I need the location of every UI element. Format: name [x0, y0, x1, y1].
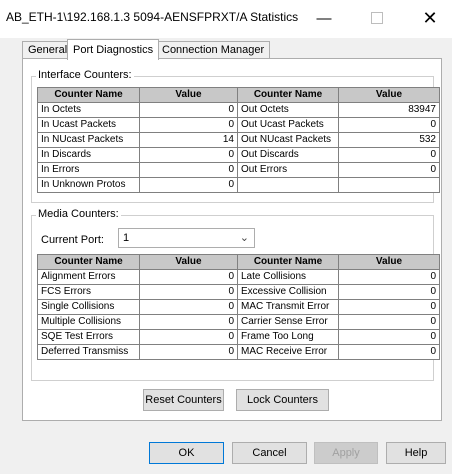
close-button[interactable]: ✕ [416, 6, 444, 30]
counter-name: MAC Transmit Error [237, 299, 339, 315]
counter-value: 0 [338, 299, 440, 315]
counter-value: 0 [139, 344, 238, 360]
counter-name: MAC Receive Error [237, 344, 339, 360]
counter-value: 0 [139, 269, 238, 285]
counter-value [338, 177, 440, 193]
counter-name: In NUcast Packets [37, 132, 140, 148]
column-header: Value [338, 254, 440, 270]
table-row: In Errors 0 Out Errors 0 [37, 162, 440, 178]
table-row: Multiple Collisions 0 Carrier Sense Erro… [37, 314, 440, 330]
current-port-label: Current Port: [41, 234, 104, 246]
counter-value: 0 [338, 314, 440, 330]
ok-button[interactable]: OK [149, 442, 224, 464]
counter-name: FCS Errors [37, 284, 140, 300]
cancel-button[interactable]: Cancel [232, 442, 307, 464]
counter-value: 0 [139, 284, 238, 300]
apply-button[interactable]: Apply [314, 442, 378, 464]
counter-value: 0 [139, 147, 238, 163]
counter-value: 0 [139, 117, 238, 133]
counter-value: 0 [139, 329, 238, 345]
counter-value: 0 [139, 314, 238, 330]
window-title: AB_ETH-1\192.168.1.3 5094-AENSFPRXT/A St… [6, 10, 299, 24]
help-button[interactable]: Help [386, 442, 446, 464]
column-header: Counter Name [37, 87, 140, 103]
counter-name: Out Discards [237, 147, 339, 163]
table-header-row: Counter Name Value Counter Name Value [37, 254, 440, 270]
interface-counters-label: Interface Counters: [36, 69, 134, 81]
table-row: In Unknown Protos 0 [37, 177, 440, 193]
table-row: Alignment Errors 0 Late Collisions 0 [37, 269, 440, 285]
counter-value: 0 [338, 162, 440, 178]
counter-name: Alignment Errors [37, 269, 140, 285]
counter-name: Out Errors [237, 162, 339, 178]
title-bar: AB_ETH-1\192.168.1.3 5094-AENSFPRXT/A St… [0, 0, 452, 38]
counter-name: In Errors [37, 162, 140, 178]
counter-name: Out Octets [237, 102, 339, 118]
table-row: Single Collisions 0 MAC Transmit Error 0 [37, 299, 440, 315]
current-port-value: 1 [123, 232, 130, 244]
counter-name: Frame Too Long [237, 329, 339, 345]
counter-name: Carrier Sense Error [237, 314, 339, 330]
media-counters-table: Counter Name Value Counter Name Value Al… [37, 254, 440, 360]
counter-value: 0 [338, 284, 440, 300]
counter-name: Late Collisions [237, 269, 339, 285]
lock-counters-button[interactable]: Lock Counters [236, 389, 329, 411]
counter-value: 0 [139, 102, 238, 118]
tab-general[interactable]: General [22, 41, 74, 59]
maximize-icon [371, 12, 383, 24]
reset-counters-button[interactable]: Reset Counters [143, 389, 224, 411]
chevron-down-icon: ⌄ [239, 232, 249, 244]
counter-name: In Unknown Protos [37, 177, 140, 193]
counter-name: Single Collisions [37, 299, 140, 315]
counter-name [237, 177, 339, 193]
table-row: Deferred Transmiss 0 MAC Receive Error 0 [37, 344, 440, 360]
counter-name: Excessive Collision [237, 284, 339, 300]
column-header: Value [338, 87, 440, 103]
table-row: In NUcast Packets 14 Out NUcast Packets … [37, 132, 440, 148]
column-header: Value [139, 254, 238, 270]
counter-value: 0 [338, 117, 440, 133]
counter-name: SQE Test Errors [37, 329, 140, 345]
close-icon: ✕ [422, 7, 438, 28]
tab-connection-manager[interactable]: Connection Manager [156, 41, 271, 59]
counter-value: 0 [338, 329, 440, 345]
table-row: In Ucast Packets 0 Out Ucast Packets 0 [37, 117, 440, 133]
maximize-button [363, 6, 391, 30]
counter-value: 14 [139, 132, 238, 148]
counter-value: 0 [338, 344, 440, 360]
counter-value: 0 [338, 147, 440, 163]
counter-value: 0 [338, 269, 440, 285]
table-row: SQE Test Errors 0 Frame Too Long 0 [37, 329, 440, 345]
tab-port-diagnostics[interactable]: Port Diagnostics [67, 39, 160, 60]
column-header: Counter Name [237, 87, 339, 103]
counter-name: Multiple Collisions [37, 314, 140, 330]
minimize-icon: — [316, 9, 332, 27]
table-header-row: Counter Name Value Counter Name Value [37, 87, 440, 103]
counter-value: 83947 [338, 102, 440, 118]
counter-value: 0 [139, 299, 238, 315]
table-row: FCS Errors 0 Excessive Collision 0 [37, 284, 440, 300]
table-row: In Discards 0 Out Discards 0 [37, 147, 440, 163]
table-row: In Octets 0 Out Octets 83947 [37, 102, 440, 118]
counter-name: In Ucast Packets [37, 117, 140, 133]
current-port-select[interactable]: 1 ⌄ [118, 228, 255, 248]
column-header: Counter Name [37, 254, 140, 270]
counter-name: In Discards [37, 147, 140, 163]
counter-name: Out Ucast Packets [237, 117, 339, 133]
column-header: Counter Name [237, 254, 339, 270]
column-header: Value [139, 87, 238, 103]
counter-value: 0 [139, 162, 238, 178]
counter-name: Deferred Transmiss [37, 344, 140, 360]
counter-name: Out NUcast Packets [237, 132, 339, 148]
counter-value: 532 [338, 132, 440, 148]
minimize-button[interactable]: — [310, 6, 338, 30]
counter-name: In Octets [37, 102, 140, 118]
interface-counters-table: Counter Name Value Counter Name Value In… [37, 87, 440, 193]
media-counters-label: Media Counters: [36, 208, 121, 220]
counter-value: 0 [139, 177, 238, 193]
